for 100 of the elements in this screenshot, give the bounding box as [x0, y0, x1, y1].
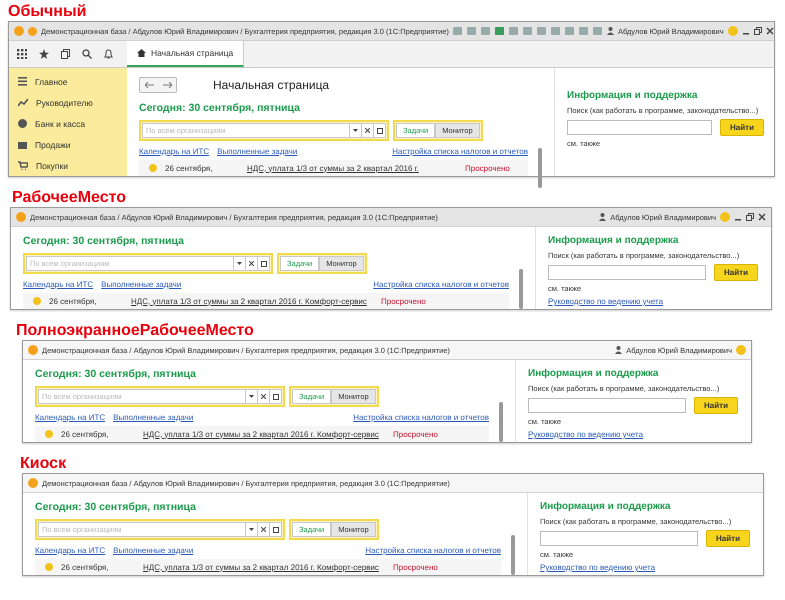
task-link[interactable]: НДС, уплата 1/3 от суммы за 2 квартал 2016 г. [247, 164, 447, 172]
clear-button[interactable] [246, 256, 258, 271]
task-date: 26 сентября, [61, 430, 110, 438]
clear-icon [365, 128, 370, 133]
link[interactable]: Календарь на ИТС [35, 413, 106, 422]
sidebar-item[interactable]: Покупки [9, 155, 127, 176]
clear-button[interactable] [362, 123, 374, 138]
today-heading: Сегодня: 30 сентября, пятница [139, 102, 301, 114]
sidebar-item[interactable]: Банк и касса [9, 113, 127, 134]
link[interactable]: Выполненные задачи [113, 413, 194, 422]
guide-link[interactable]: Руководство по ведению учета [528, 430, 741, 439]
find-button[interactable]: Найти [720, 119, 764, 136]
open-button[interactable] [374, 123, 386, 138]
clear-icon [261, 527, 266, 532]
today-heading: Сегодня: 30 сентября, пятница [35, 501, 197, 513]
link[interactable]: Выполненные задачи [113, 546, 194, 555]
toolbar-icons-drawing[interactable] [452, 26, 603, 36]
dropdown-button[interactable] [246, 522, 258, 537]
info-title: Информация и поддержка [540, 501, 672, 512]
info-title: Информация и поддержка [528, 368, 660, 379]
caret-icon [249, 395, 254, 398]
dropdown-button[interactable] [350, 123, 362, 138]
restore-icon[interactable] [754, 27, 762, 35]
user-icon [615, 346, 622, 354]
open-button[interactable] [258, 256, 270, 271]
caret-icon [249, 528, 254, 531]
settings-link[interactable]: Настройка списка налогов и отчетов [373, 280, 509, 289]
link[interactable]: Календарь на ИТС [23, 280, 94, 289]
status-dot-icon [45, 563, 53, 571]
task-row[interactable]: 26 сентября, НДС, уплата 1/3 от суммы за 2 квартал 2016 г. Комфорт-сервис Просрочено [35, 559, 501, 575]
info-title: Информация и поддержка [548, 235, 680, 246]
task-date: 26 сентября, [49, 296, 98, 306]
search-field[interactable] [567, 120, 712, 135]
mode-heading: Киоск [20, 455, 68, 473]
find-button[interactable]: Найти [694, 397, 738, 414]
task-status: Просрочено [393, 562, 438, 572]
status-dot-icon [149, 164, 157, 172]
cart-icon [18, 161, 28, 170]
settings-link[interactable]: Настройка списка налогов и отчетов [365, 546, 501, 555]
open-button[interactable] [270, 522, 282, 537]
open-button[interactable] [270, 389, 282, 404]
find-button[interactable]: Найти [714, 264, 758, 281]
restore-icon[interactable] [746, 213, 754, 221]
task-status: Просрочено [393, 430, 438, 438]
mode-heading: РабочееМесто [12, 189, 128, 207]
sidebar-item[interactable]: Руководителю [9, 92, 127, 113]
scrollbar[interactable] [538, 148, 542, 188]
link[interactable]: Календарь на ИТС [35, 546, 106, 555]
info-title: Информация и поддержка [567, 90, 698, 101]
task-date: 26 сентября, [61, 562, 110, 572]
user-icon [599, 213, 606, 221]
clear-icon [261, 394, 266, 399]
today-heading: Сегодня: 30 сентября, пятница [35, 368, 197, 380]
guide-link[interactable]: Руководство по ведению учета [540, 563, 753, 572]
clear-button[interactable] [258, 522, 270, 537]
bell-icon[interactable] [104, 49, 113, 59]
settings-link[interactable]: Настройка списка налогов и отчетов [353, 413, 489, 422]
search-field[interactable] [540, 531, 698, 546]
scrollbar[interactable] [499, 402, 503, 442]
sidebar-item[interactable]: Главное [9, 71, 127, 92]
task-date: 26 сентября, [165, 164, 214, 172]
forward-arrow-icon [162, 82, 172, 88]
star-icon[interactable] [39, 49, 49, 59]
find-button[interactable]: Найти [706, 530, 750, 547]
close-icon[interactable] [766, 27, 774, 35]
status-dot-icon [33, 297, 41, 305]
search-field[interactable] [528, 398, 686, 413]
dropdown-button[interactable] [234, 256, 246, 271]
trend-icon [18, 98, 28, 107]
user-icon [606, 27, 614, 35]
page-title: Начальная страница [213, 78, 330, 92]
link[interactable]: Календарь на ИТС [139, 147, 210, 156]
task-row[interactable]: 26 сентября, НДС, уплата 1/3 от суммы за 2 квартал 2016 г. Комфорт-сервис Просрочено [23, 293, 509, 309]
task-row[interactable]: 26 сентября, НДС, уплата 1/3 от суммы за 2 квартал 2016 г. Просрочено [139, 160, 528, 176]
caret-icon [237, 262, 242, 265]
today-heading: Сегодня: 30 сентября, пятница [23, 235, 185, 247]
search-field[interactable] [548, 265, 706, 280]
mode-heading: Обычный [8, 3, 88, 21]
sidebar-item[interactable]: Продажи [9, 134, 127, 155]
caret-icon [353, 129, 358, 132]
close-icon[interactable] [758, 213, 766, 221]
scrollbar[interactable] [511, 535, 515, 575]
dropdown-button[interactable] [246, 389, 258, 404]
mode-heading: ПолноэкранноеРабочееМесто [16, 322, 255, 340]
grid-icon[interactable] [17, 49, 27, 59]
task-status: Просрочено [381, 296, 426, 306]
link[interactable]: Выполненные задачи [101, 280, 182, 289]
task-row[interactable]: 26 сентября, НДС, уплата 1/3 от суммы за 2 квартал 2016 г. Комфорт-сервис Просрочено [35, 426, 489, 442]
list-icon [18, 77, 27, 86]
home-icon [137, 49, 146, 57]
search-icon[interactable] [82, 49, 92, 59]
guide-link[interactable]: Руководство по ведению учета [548, 297, 761, 306]
scrollbar[interactable] [519, 269, 523, 309]
clear-button[interactable] [258, 389, 270, 404]
copy-icon[interactable] [61, 49, 70, 59]
task-status: Просрочено [465, 164, 510, 172]
status-dot-icon [45, 430, 53, 438]
home-tab[interactable]: Начальная страница [127, 41, 244, 67]
settings-link[interactable]: Настройка списка налогов и отчетов [392, 147, 528, 156]
link[interactable]: Выполненные задачи [217, 147, 298, 156]
